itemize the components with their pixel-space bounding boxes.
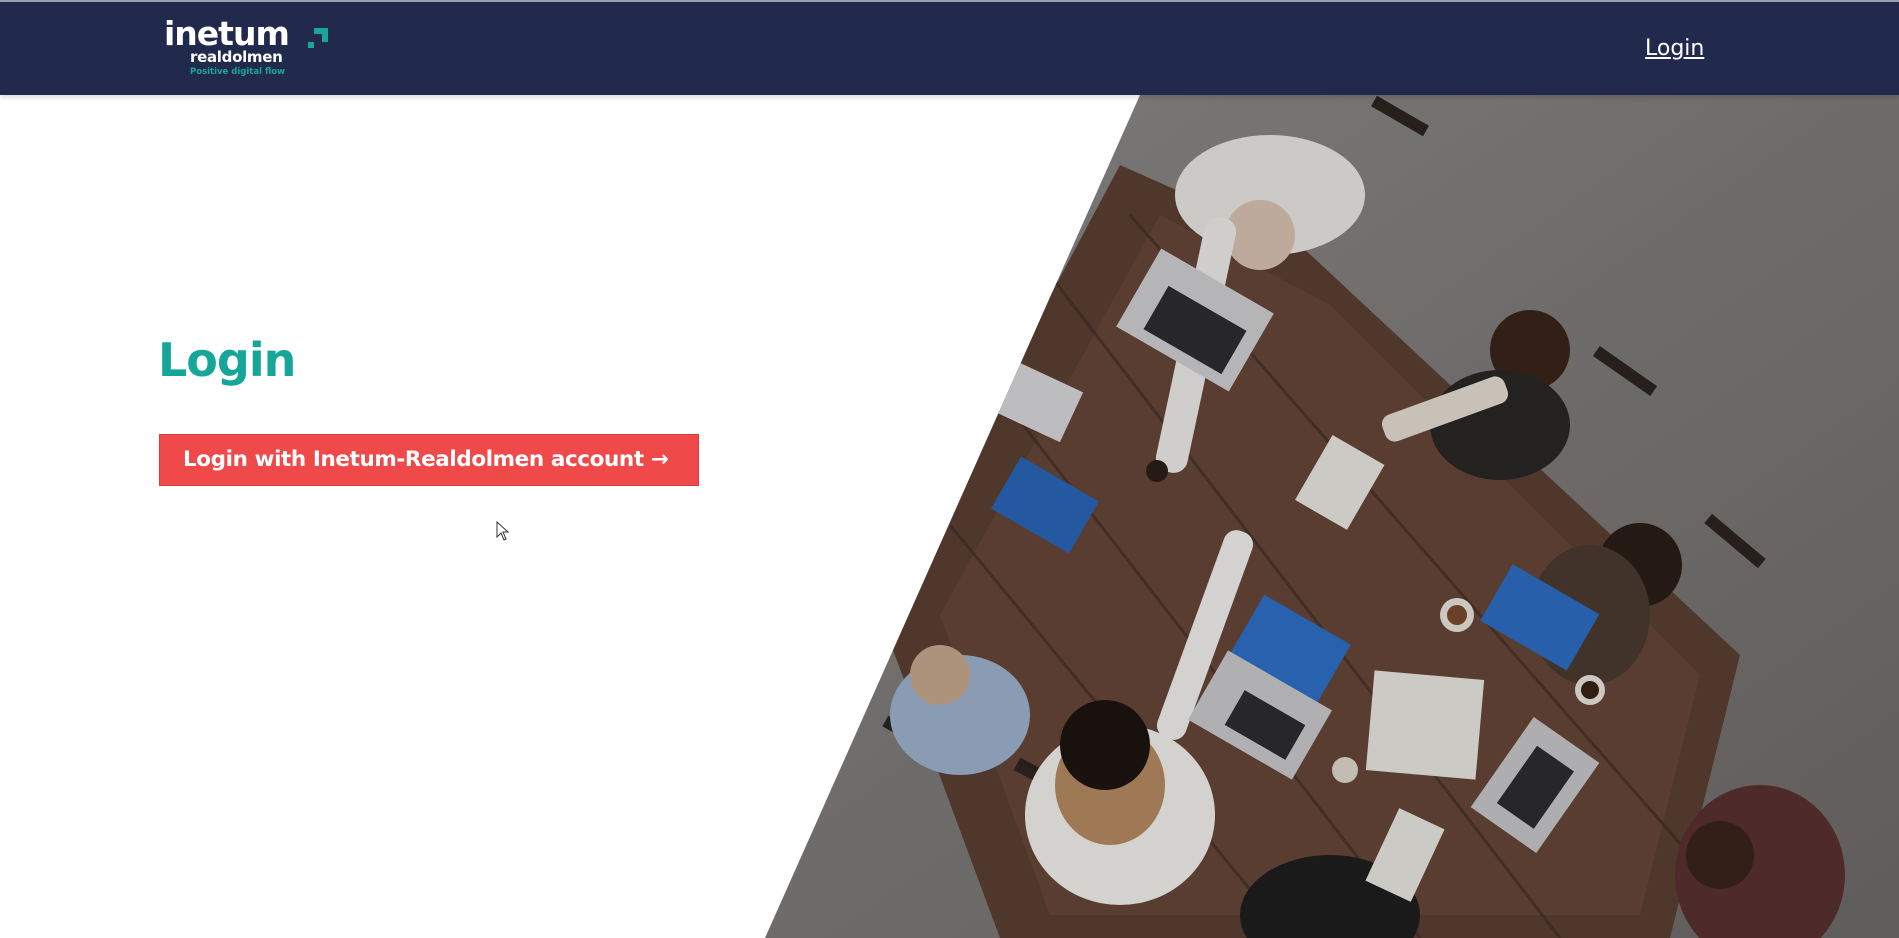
logo-sub-text: realdolmen: [190, 48, 283, 66]
inetum-realdolmen-logo[interactable]: inetum realdolmen Positive digital flow: [164, 14, 334, 82]
login-with-account-button[interactable]: Login with Inetum-Realdolmen account →: [159, 434, 699, 486]
page: inetum realdolmen Positive digital flow …: [0, 0, 1899, 938]
nav-login-link[interactable]: Login: [1645, 36, 1704, 62]
logo-accent-icon: [308, 28, 328, 48]
mouse-pointer-icon: [496, 521, 510, 541]
logo-tagline: Positive digital flow: [190, 67, 285, 77]
top-navbar: inetum realdolmen Positive digital flow …: [0, 2, 1899, 95]
hero-photo: [765, 95, 1899, 938]
page-title: Login: [158, 333, 296, 387]
